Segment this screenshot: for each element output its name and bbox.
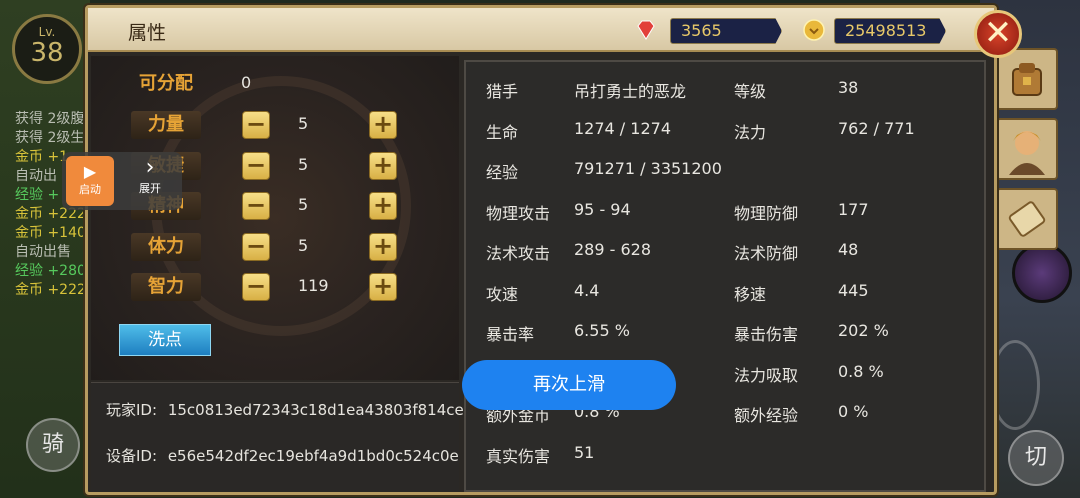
attack-speed-value: 4.4 [574, 281, 600, 300]
character-portrait-icon [1009, 131, 1045, 175]
increase-spirit-button[interactable]: + [369, 192, 397, 220]
device-id-row: 设备ID: e56e542df2ec19ebf4a9d1bd0c524c0e [106, 445, 459, 466]
available-points-row: 可分配 0 [91, 70, 459, 100]
scroll-icon [1008, 201, 1046, 237]
device-id-label: 设备ID: [106, 447, 158, 465]
magic-defense-value: 48 [838, 240, 859, 259]
increase-agility-button[interactable]: + [369, 152, 397, 180]
phys-defense-value: 177 [838, 200, 869, 219]
mp-label: 法力 [734, 123, 767, 142]
available-points-value: 0 [241, 73, 252, 92]
phys-attack-label: 物理攻击 [486, 204, 551, 223]
move-speed-label: 移速 [734, 285, 767, 304]
attribute-panel: 可分配 0 力量 − 5 + 敏捷 − 5 + 精神 − 5 + 体力 − 5 … [91, 56, 459, 380]
close-button[interactable]: ✕ [974, 10, 1022, 58]
crit-damage-value: 202 % [838, 321, 889, 340]
attribute-value: 5 [298, 155, 309, 174]
character-button[interactable] [996, 118, 1058, 180]
decrease-strength-button[interactable]: − [242, 111, 270, 139]
magic-attack-label: 法术攻击 [486, 244, 551, 263]
attribute-value: 5 [298, 114, 309, 133]
skill-orb-icon[interactable] [1012, 243, 1072, 303]
level-prefix: Lv. [38, 25, 56, 39]
gold-counter: 25498513 [834, 18, 946, 44]
gem-counter: 3565 [670, 18, 782, 44]
phys-attack-value: 95 - 94 [574, 200, 631, 219]
player-id-row: 玩家ID: 15c0813ed72343c18d1ea43803f814ce [106, 399, 464, 420]
true-damage-label: 真实伤害 [486, 447, 551, 466]
attribute-value: 5 [298, 195, 309, 214]
class-label: 猎手 [486, 82, 519, 101]
gem-icon [637, 20, 655, 40]
true-damage-value: 51 [574, 443, 595, 462]
device-id-value: e56e542df2ec19ebf4a9d1bd0c524c0e [167, 447, 459, 465]
player-id-value: 15c0813ed72343c18d1ea43803f814ce [167, 401, 464, 419]
level-value: 38 [838, 78, 859, 97]
extra-exp-label: 额外经验 [734, 406, 799, 425]
attribute-row-stamina: 体力 − 5 + [91, 233, 459, 263]
bag-button[interactable] [996, 48, 1058, 110]
increase-strength-button[interactable]: + [369, 111, 397, 139]
attribute-label: 智力 [131, 273, 201, 301]
increase-stamina-button[interactable]: + [369, 233, 397, 261]
character-name: 吊打勇士的恶龙 [574, 82, 687, 101]
level-badge: Lv. 38 [12, 14, 82, 84]
decrease-intellect-button[interactable]: − [242, 273, 270, 301]
crit-rate-label: 暴击率 [486, 325, 535, 344]
phys-defense-label: 物理防御 [734, 204, 799, 223]
hp-value: 1274 / 1274 [574, 119, 671, 138]
attribute-value: 5 [298, 236, 309, 255]
window-titlebar: 属性 3565 25498513 ✕ [88, 8, 1022, 58]
attack-speed-label: 攻速 [486, 285, 519, 304]
crit-rate-value: 6.55 % [574, 321, 630, 340]
magic-attack-value: 289 - 628 [574, 240, 652, 259]
available-points-label: 可分配 [139, 73, 193, 94]
play-icon: ▶ [83, 162, 97, 181]
exp-label: 经验 [486, 163, 519, 182]
extra-exp-value: 0 % [838, 402, 869, 421]
switch-button[interactable]: 切 [1008, 430, 1064, 486]
level-number: 38 [30, 38, 64, 68]
chevron-right-icon: › [145, 155, 155, 180]
quest-button[interactable] [996, 188, 1058, 250]
exp-value: 791271 / 3351200 [574, 159, 722, 178]
mana-drain-label: 法力吸取 [734, 366, 799, 385]
attribute-row-intellect: 智力 − 119 + [91, 273, 459, 303]
mana-drain-value: 0.8 % [838, 362, 884, 381]
bag-icon [1012, 63, 1042, 96]
stats-panel: 猎手 吊打勇士的恶龙 等级 38 生命 1274 / 1274 法力 762 /… [464, 60, 986, 492]
window-title: 属性 [128, 22, 167, 44]
hp-label: 生命 [486, 123, 519, 142]
increase-intellect-button[interactable]: + [369, 273, 397, 301]
ride-button[interactable]: 骑 [26, 418, 80, 472]
decrease-stamina-button[interactable]: − [242, 233, 270, 261]
id-panel: 玩家ID: 15c0813ed72343c18d1ea43803f814ce 设… [91, 382, 464, 492]
expand-button[interactable]: › 展开 [122, 156, 178, 206]
magic-defense-label: 法术防御 [734, 244, 799, 263]
player-id-label: 玩家ID: [106, 401, 158, 419]
expand-label: 展开 [139, 182, 161, 195]
attribute-label: 体力 [131, 233, 201, 261]
move-speed-value: 445 [838, 281, 869, 300]
attribute-value: 119 [298, 276, 329, 295]
decrease-agility-button[interactable]: − [242, 152, 270, 180]
mp-value: 762 / 771 [838, 119, 915, 138]
gold-coin-icon [803, 19, 825, 41]
decrease-spirit-button[interactable]: − [242, 192, 270, 220]
attribute-label: 力量 [131, 111, 201, 139]
crit-damage-label: 暴击伤害 [734, 325, 799, 344]
swipe-up-hint[interactable]: 再次上滑 [462, 360, 676, 410]
attribute-window: 属性 3565 25498513 ✕ 可分配 0 力量 − 5 + 敏捷 − 5… [85, 5, 1022, 495]
reset-points-button[interactable]: 洗点 [119, 324, 211, 356]
floating-tool: ▶ 启动 › 展开 [62, 152, 182, 210]
level-label: 等级 [734, 82, 767, 101]
close-icon: ✕ [983, 13, 1013, 53]
start-button[interactable]: ▶ 启动 [66, 156, 114, 206]
attribute-row-strength: 力量 − 5 + [91, 111, 459, 141]
start-label: 启动 [79, 183, 101, 196]
skill-button[interactable] [990, 340, 1040, 430]
